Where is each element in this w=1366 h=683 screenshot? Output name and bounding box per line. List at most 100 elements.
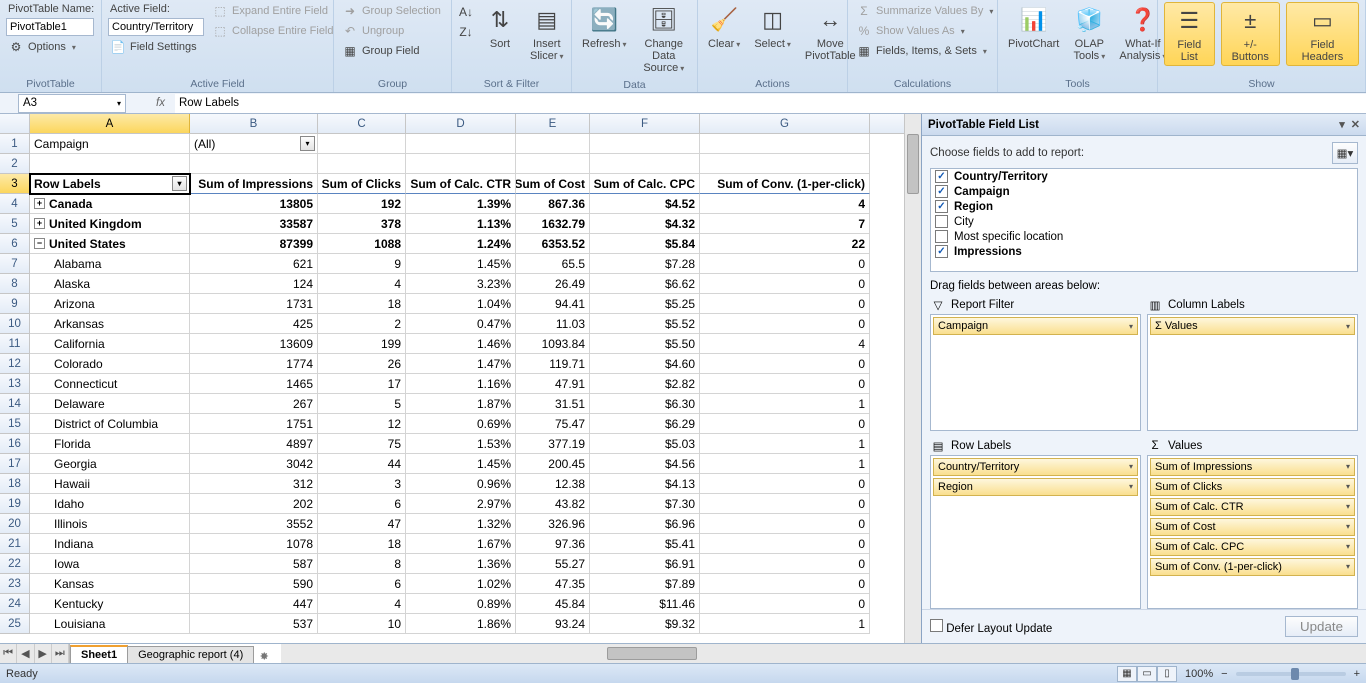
field-pill[interactable]: Sum of Clicks [1150,478,1355,496]
cell[interactable]: 1.45% [406,454,516,474]
cell[interactable]: 2.97% [406,494,516,514]
field-checkbox-row[interactable]: ✓Country/Territory [931,169,1357,184]
cell[interactable]: 44 [318,454,406,474]
cell[interactable]: 47.35 [516,574,590,594]
row-header[interactable]: 12 [0,354,30,374]
cell[interactable]: Colorado [30,354,190,374]
pane-dropdown-icon[interactable]: ▾ [1339,118,1345,131]
row-header[interactable]: 5 [0,214,30,234]
cell[interactable]: 199 [318,334,406,354]
cell[interactable]: 47.91 [516,374,590,394]
cell[interactable]: 0 [700,294,870,314]
cell[interactable]: $2.82 [590,374,700,394]
group-selection-button[interactable]: ➜Group Selection [340,2,443,20]
cell[interactable]: 1465 [190,374,318,394]
cell[interactable]: $6.29 [590,414,700,434]
column-header-C[interactable]: C [318,114,406,133]
cell[interactable]: 1093.84 [516,334,590,354]
cell[interactable]: 4 [318,594,406,614]
cell[interactable]: 326.96 [516,514,590,534]
scrollbar-thumb[interactable] [907,134,919,194]
cell[interactable]: $4.32 [590,214,700,234]
values-zone[interactable]: Sum of ImpressionsSum of ClicksSum of Ca… [1147,455,1358,610]
cell[interactable] [590,134,700,154]
cell[interactable]: Sum of Conv. (1-per-click) [700,174,870,194]
cell[interactable] [30,154,190,174]
cell[interactable]: 590 [190,574,318,594]
hscroll-thumb[interactable] [607,647,697,660]
row-labels-zone[interactable]: Country/TerritoryRegion [930,455,1141,610]
new-sheet-button[interactable]: ✸ [253,650,275,663]
cell[interactable]: Connecticut [30,374,190,394]
cell[interactable]: 6 [318,574,406,594]
cell[interactable]: 17 [318,374,406,394]
cell[interactable]: 1731 [190,294,318,314]
cell[interactable]: 0 [700,534,870,554]
cell[interactable] [190,154,318,174]
fields-items-sets-button[interactable]: ▦Fields, Items, & Sets [854,42,989,60]
cell[interactable]: 0 [700,254,870,274]
zoom-level[interactable]: 100% [1185,668,1213,680]
cell[interactable]: 13805 [190,194,318,214]
cell[interactable]: 94.41 [516,294,590,314]
tab-nav-buttons[interactable]: ⏮◀▶⏭ [0,644,70,663]
field-pill[interactable]: Sum of Cost [1150,518,1355,536]
fieldlist-title-bar[interactable]: PivotTable Field List ▾✕ [922,114,1366,136]
column-header-G[interactable]: G [700,114,870,133]
field-checkbox-row[interactable]: ✓Campaign [931,184,1357,199]
field-checkbox-row[interactable]: ✓Impressions [931,244,1357,259]
cell[interactable]: 7 [700,214,870,234]
change-data-source-button[interactable]: 🗄 Change Data Source [637,2,691,77]
cell[interactable]: Sum of Impressions [190,174,318,194]
refresh-button[interactable]: 🔄 Refresh [578,2,631,53]
cell[interactable]: 0 [700,354,870,374]
cell[interactable]: 1.45% [406,254,516,274]
row-header[interactable]: 16 [0,434,30,454]
cell[interactable]: 5 [318,394,406,414]
pivottable-name-input[interactable] [6,18,94,36]
cell[interactable]: Sum of Clicks [318,174,406,194]
zoom-out-icon[interactable]: − [1221,668,1227,680]
column-header-A[interactable]: A [30,114,190,133]
cell[interactable]: 1 [700,614,870,634]
cell[interactable]: $5.52 [590,314,700,334]
cell[interactable]: 537 [190,614,318,634]
cell[interactable]: 312 [190,474,318,494]
field-list-toggle[interactable]: ☰Field List [1164,2,1215,66]
field-headers-toggle[interactable]: ▭Field Headers [1286,2,1359,66]
expand-collapse-button[interactable]: − [34,238,45,249]
field-pill[interactable]: Σ Values [1150,317,1355,335]
cell[interactable]: 200.45 [516,454,590,474]
cell[interactable]: 425 [190,314,318,334]
view-buttons[interactable]: ▦▭▯ [1117,666,1177,682]
cell[interactable] [700,154,870,174]
sheet-tab-geographic[interactable]: Geographic report (4) [127,646,254,663]
name-box[interactable]: A3▾ [18,94,126,113]
field-checkbox-row[interactable]: City [931,214,1357,229]
cell[interactable]: $4.60 [590,354,700,374]
row-header[interactable]: 3 [0,174,30,194]
cell[interactable]: 75 [318,434,406,454]
cell[interactable]: (All)▾ [190,134,318,154]
cell[interactable]: $6.62 [590,274,700,294]
ungroup-button[interactable]: ↶Ungroup [340,22,406,40]
row-header[interactable]: 7 [0,254,30,274]
cell[interactable]: 1774 [190,354,318,374]
cell[interactable]: 4 [318,274,406,294]
cell[interactable]: 1.47% [406,354,516,374]
cell[interactable]: 22 [700,234,870,254]
cell[interactable]: $5.50 [590,334,700,354]
row-header[interactable]: 4 [0,194,30,214]
cell[interactable]: 0 [700,554,870,574]
cell[interactable] [590,154,700,174]
cell[interactable]: 4897 [190,434,318,454]
cell[interactable]: $4.13 [590,474,700,494]
cell[interactable]: Sum of Calc. CTR [406,174,516,194]
cell[interactable]: 1.24% [406,234,516,254]
cell[interactable]: Sum of Calc. CPC [590,174,700,194]
cell[interactable]: +Canada [30,194,190,214]
cell[interactable]: 1.53% [406,434,516,454]
cell[interactable]: 1078 [190,534,318,554]
cell[interactable]: 1.16% [406,374,516,394]
field-pill[interactable]: Sum of Impressions [1150,458,1355,476]
